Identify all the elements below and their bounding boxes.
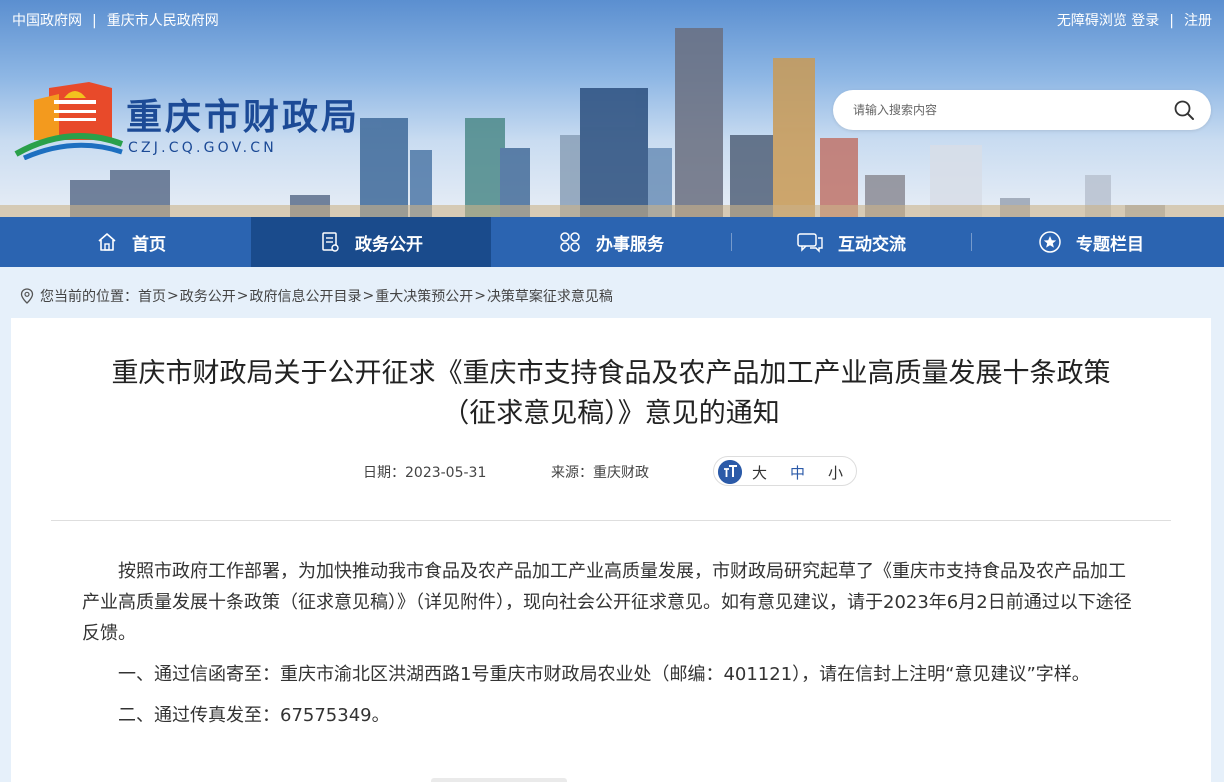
breadcrumb: 您当前的位置： 首页 > 政务公开 > 政府信息公开目录 > 重大决策预公开 >… (20, 286, 613, 306)
search-icon[interactable] (1173, 99, 1195, 121)
nav-home-label: 首页 (132, 234, 166, 255)
nav-services-label: 办事服务 (596, 234, 664, 255)
font-size-small[interactable]: 小 (828, 462, 843, 483)
topbar-separator: | (1169, 13, 1174, 29)
chat-bubble-icon (797, 233, 823, 253)
font-size-switcher: 大 中 小 (713, 456, 857, 486)
breadcrumb-separator: > (236, 288, 249, 304)
breadcrumb-draft-comments[interactable]: 决策草案征求意见稿 (487, 286, 613, 306)
divider (51, 520, 1171, 521)
font-size-icon (718, 460, 742, 484)
site-logo-icon[interactable] (14, 80, 124, 160)
article-title: 重庆市财政局关于公开征求《重庆市支持食品及农产品加工产业高质量发展十条政策 （征… (51, 354, 1171, 434)
breadcrumb-info-catalog[interactable]: 政府信息公开目录 (249, 286, 361, 306)
home-icon (98, 233, 116, 251)
article-card: 重庆市财政局关于公开征求《重庆市支持食品及农产品加工产业高质量发展十条政策 （征… (11, 318, 1211, 782)
link-login[interactable]: 登录 (1131, 13, 1159, 29)
grid-circles-icon (560, 232, 580, 252)
nav-government-affairs-label: 政务公开 (355, 234, 423, 255)
nav-interaction[interactable]: 互动交流 (731, 217, 971, 267)
site-header: 中国政府网 | 重庆市人民政府网 无障碍浏览 登录 | 注册 重庆市财政局 CZJ.CQ… (0, 0, 1224, 217)
nav-services[interactable]: 办事服务 (491, 217, 731, 267)
article-paragraph: 按照市政府工作部署，为加快推动我市食品及农产品加工产业高质量发展，市财政局研究起… (82, 561, 1132, 644)
search-input[interactable] (853, 100, 1153, 120)
topbar-separator: | (92, 13, 97, 29)
breadcrumb-separator: > (362, 288, 375, 304)
font-size-medium[interactable]: 中 (790, 462, 805, 483)
top-utility-bar: 中国政府网 | 重庆市人民政府网 无障碍浏览 登录 | 注册 (12, 10, 1212, 30)
location-pin-icon (20, 288, 34, 304)
link-chongqing-gov[interactable]: 重庆市人民政府网 (107, 13, 219, 29)
breadcrumb-home[interactable]: 首页 (138, 286, 166, 306)
site-url: CZJ.CQ.GOV.CN (128, 140, 277, 156)
article-meta: 日期：2023-05-31 来源：重庆财政 大 中 小 (11, 456, 1211, 488)
article-paragraph: 一、通过信函寄至：重庆市渝北区洪湖西路1号重庆市财政局农业处（邮编：401121… (118, 664, 1090, 685)
link-register[interactable]: 注册 (1184, 13, 1212, 29)
article-paragraph: 二、通过传真发至：67575349。 (118, 705, 390, 726)
article-body: 按照市政府工作部署，为加快推动我市食品及农产品加工产业高质量发展，市财政局研究起… (82, 556, 1142, 741)
breadcrumb-separator: > (474, 288, 486, 304)
nav-special-topics[interactable]: 专题栏目 (971, 217, 1211, 267)
search-box (833, 90, 1211, 130)
breadcrumb-government-affairs[interactable]: 政务公开 (180, 286, 236, 306)
scroll-indicator (431, 778, 567, 782)
nav-government-affairs[interactable]: 政务公开 (251, 217, 491, 267)
link-china-gov[interactable]: 中国政府网 (12, 13, 82, 29)
nav-special-topics-label: 专题栏目 (1076, 234, 1144, 255)
main-navigation: 首页 政务公开 办事服务 互动交流 专题栏目 (0, 217, 1224, 267)
breadcrumb-separator: > (167, 288, 179, 304)
site-name: 重庆市财政局 (126, 97, 361, 138)
nav-home[interactable]: 首页 (11, 217, 251, 267)
article-source: 来源：重庆财政 (551, 465, 649, 481)
document-list-icon (322, 232, 339, 252)
article-title-line2: （征求意见稿）》意见的通知 (442, 398, 780, 429)
nav-interaction-label: 互动交流 (838, 234, 906, 255)
link-accessibility[interactable]: 无障碍浏览 (1057, 13, 1127, 29)
breadcrumb-prefix: 您当前的位置： (40, 289, 138, 305)
article-date: 日期：2023-05-31 (363, 465, 487, 481)
font-size-large[interactable]: 大 (752, 462, 767, 483)
star-circle-icon (1039, 231, 1061, 253)
article-title-line1: 重庆市财政局关于公开征求《重庆市支持食品及农产品加工产业高质量发展十条政策 (111, 358, 1111, 389)
breadcrumb-major-decisions[interactable]: 重大决策预公开 (375, 286, 473, 306)
